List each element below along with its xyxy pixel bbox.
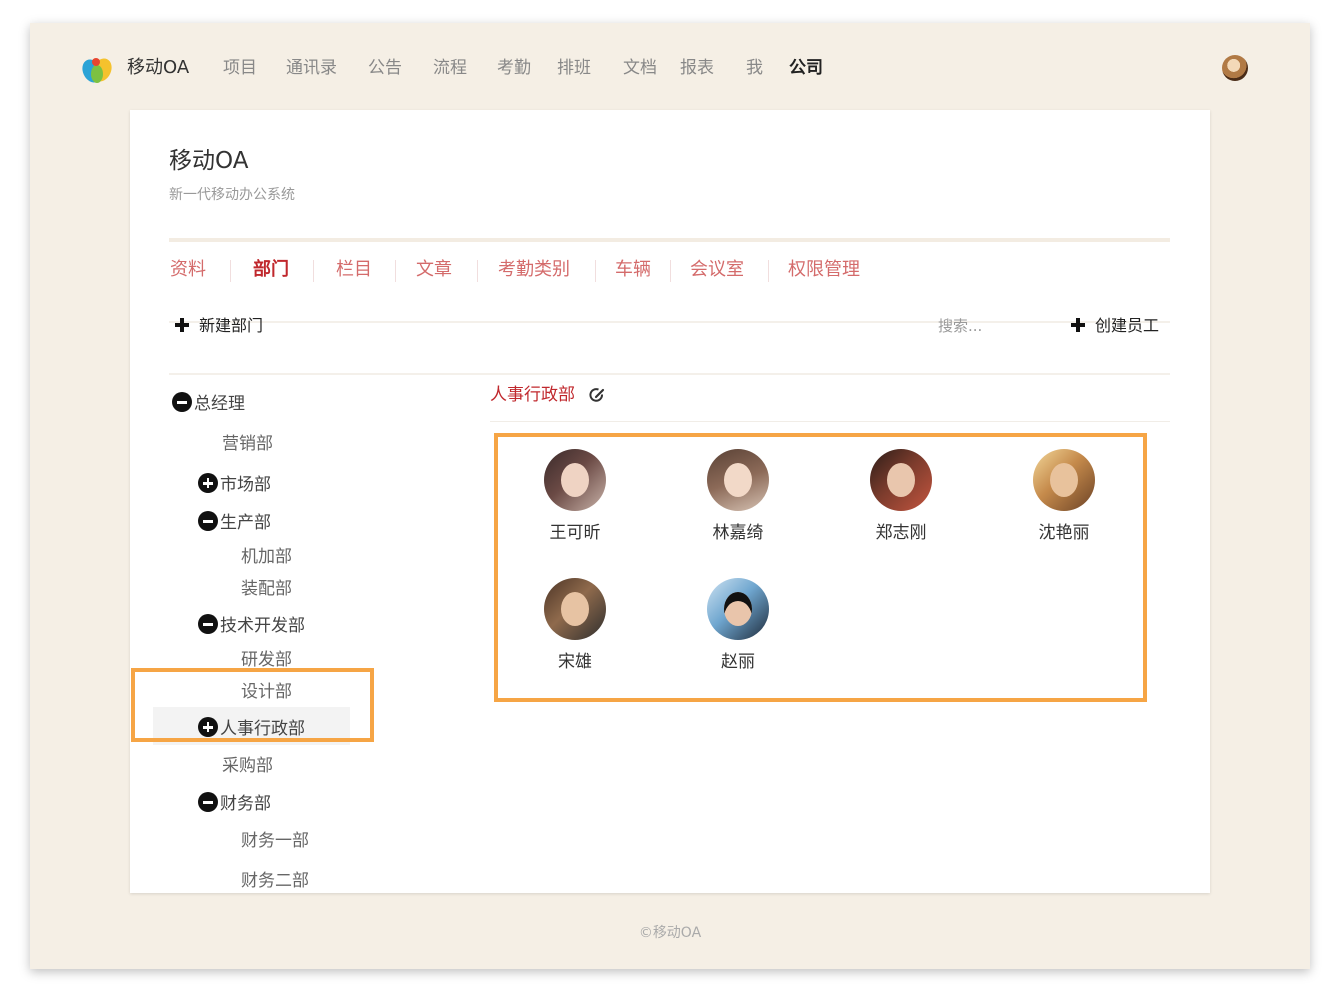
tab-meeting-rooms[interactable]: 会议室 xyxy=(690,258,744,282)
tree-node-machining[interactable]: 机加部 xyxy=(241,546,292,568)
collapse-icon[interactable] xyxy=(198,792,218,812)
tab-attendance-types[interactable]: 考勤类别 xyxy=(498,258,570,282)
company-title: 移动OA xyxy=(169,148,249,174)
tab-permissions[interactable]: 权限管理 xyxy=(788,258,860,282)
new-department-label: 新建部门 xyxy=(199,316,264,335)
tree-node-finance[interactable]: 财务部 xyxy=(198,792,271,815)
collapse-icon[interactable] xyxy=(172,392,192,412)
tree-node-label: 技术开发部 xyxy=(220,616,305,636)
nav-item-documents[interactable]: 文档 xyxy=(623,58,657,78)
nav-item-attendance[interactable]: 考勤 xyxy=(497,58,531,78)
tab-vehicles[interactable]: 车辆 xyxy=(615,258,651,282)
tab-divider xyxy=(477,260,478,282)
tree-node-marketing[interactable]: 营销部 xyxy=(222,433,273,455)
department-title: 人事行政部 xyxy=(490,385,575,405)
tree-node-label: 生产部 xyxy=(220,513,271,533)
tab-divider xyxy=(230,260,231,282)
nav-item-contacts[interactable]: 通讯录 xyxy=(286,58,337,78)
tab-profile[interactable]: 资料 xyxy=(170,258,206,282)
tree-node-assembly[interactable]: 装配部 xyxy=(241,578,292,600)
new-department-button[interactable]: 新建部门 xyxy=(175,315,263,337)
top-nav: 移动OA 项目 通讯录 公告 流程 考勤 排班 文档 报表 我 公司 xyxy=(30,23,1310,111)
nav-item-projects[interactable]: 项目 xyxy=(223,58,257,78)
nav-item-announcements[interactable]: 公告 xyxy=(368,58,402,78)
app-frame: 移动OA 项目 通讯录 公告 流程 考勤 排班 文档 报表 我 公司 移动OA … xyxy=(30,23,1310,969)
brand-logo-icon[interactable] xyxy=(80,53,114,85)
highlight-box xyxy=(131,668,374,742)
tab-divider xyxy=(313,260,314,282)
nav-item-me[interactable]: 我 xyxy=(746,58,763,78)
nav-item-scheduling[interactable]: 排班 xyxy=(557,58,591,78)
tree-node-label: 财务部 xyxy=(220,794,271,814)
tree-node-label: 市场部 xyxy=(220,475,271,495)
highlight-box xyxy=(494,433,1147,702)
tree-node-general-manager[interactable]: 总经理 xyxy=(172,392,245,415)
divider xyxy=(169,238,1170,242)
tree-node-purchase[interactable]: 采购部 xyxy=(222,755,273,777)
footer-copyright: ©移动OA xyxy=(638,925,702,941)
search-input[interactable] xyxy=(938,313,1048,339)
tab-divider xyxy=(595,260,596,282)
tab-articles[interactable]: 文章 xyxy=(416,258,452,282)
nav-item-workflow[interactable]: 流程 xyxy=(433,58,467,78)
tab-divider xyxy=(768,260,769,282)
company-subtitle: 新一代移动办公系统 xyxy=(169,187,295,203)
divider xyxy=(169,373,1170,375)
divider xyxy=(490,421,1170,422)
plus-icon xyxy=(175,318,189,332)
nav-item-company[interactable]: 公司 xyxy=(789,58,823,78)
brand-name[interactable]: 移动OA xyxy=(127,57,189,79)
collapse-icon[interactable] xyxy=(198,614,218,634)
tab-columns[interactable]: 栏目 xyxy=(336,258,372,282)
tree-node-label: 总经理 xyxy=(194,394,245,414)
tab-divider xyxy=(395,260,396,282)
create-employee-label: 创建员工 xyxy=(1095,316,1160,335)
tree-node-market[interactable]: 市场部 xyxy=(198,473,271,496)
collapse-icon[interactable] xyxy=(198,511,218,531)
tab-divider xyxy=(670,260,671,282)
tab-departments[interactable]: 部门 xyxy=(253,258,289,282)
tree-node-production[interactable]: 生产部 xyxy=(198,511,271,534)
plus-icon xyxy=(1071,318,1085,332)
expand-icon[interactable] xyxy=(198,473,218,493)
user-avatar[interactable] xyxy=(1222,55,1248,81)
tree-node-finance-2[interactable]: 财务二部 xyxy=(241,870,309,892)
tree-node-tech-dev[interactable]: 技术开发部 xyxy=(198,614,305,637)
tree-node-finance-1[interactable]: 财务一部 xyxy=(241,830,309,852)
create-employee-button[interactable]: 创建员工 xyxy=(1071,315,1159,337)
nav-item-reports[interactable]: 报表 xyxy=(680,58,714,78)
edit-icon[interactable] xyxy=(589,387,606,404)
